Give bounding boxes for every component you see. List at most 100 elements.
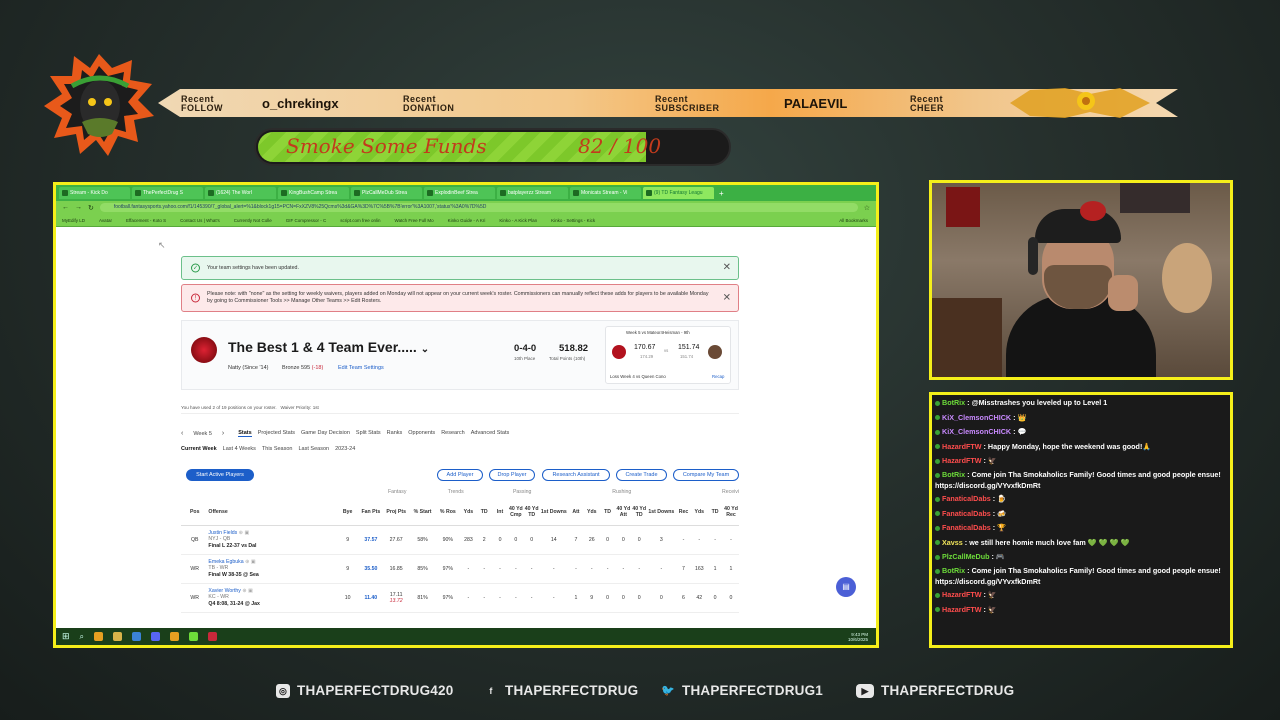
stats-tab[interactable]: Ranks bbox=[387, 430, 403, 437]
column-header[interactable]: TD bbox=[707, 499, 723, 525]
prev-week-icon[interactable]: ‹ bbox=[181, 430, 183, 437]
chat-username[interactable]: KiX_ClemsonCHICK bbox=[942, 427, 1011, 436]
chat-username[interactable]: FanaticalDabs bbox=[942, 494, 991, 503]
chat-username[interactable]: HazardFTW bbox=[942, 456, 982, 465]
chat-username[interactable]: HazardFTW bbox=[942, 442, 982, 451]
bookmark-item[interactable]: Kinko - A Kick Plan bbox=[499, 218, 537, 223]
browser-tab[interactable]: ThePerfectDrug S bbox=[132, 187, 203, 199]
forward-icon[interactable]: → bbox=[75, 204, 82, 211]
stats-tab[interactable]: Research bbox=[441, 430, 465, 437]
stats-tab[interactable]: Split Stats bbox=[356, 430, 381, 437]
bookmark-item[interactable]: MyEdify LD bbox=[62, 218, 85, 223]
column-header[interactable]: 1st Downs bbox=[647, 499, 675, 525]
obs-icon[interactable] bbox=[208, 632, 218, 641]
period-tab[interactable]: Last 4 Weeks bbox=[223, 446, 256, 452]
bookmark-item[interactable]: Currently Not Colle bbox=[234, 218, 272, 223]
add-player-button[interactable]: Add Player bbox=[437, 469, 483, 481]
period-tab[interactable]: 2023-24 bbox=[335, 446, 355, 452]
app-icon[interactable] bbox=[189, 632, 199, 641]
column-header[interactable]: TD bbox=[600, 499, 616, 525]
chevron-down-icon[interactable]: ⌄ bbox=[421, 344, 429, 355]
column-header[interactable]: 40 Yd Att bbox=[615, 499, 631, 525]
period-tab[interactable]: Last Season bbox=[298, 446, 329, 452]
recap-link[interactable]: Recap bbox=[712, 374, 724, 379]
browser-tab[interactable]: (9) TD Fantasy Leagu bbox=[643, 187, 714, 199]
create-trade-button[interactable]: Create Trade bbox=[616, 469, 667, 481]
browser-tab[interactable]: batplayerzz Stream bbox=[497, 187, 568, 199]
chat-username[interactable]: BotRix bbox=[942, 398, 965, 407]
column-header[interactable]: Fan Pts bbox=[359, 499, 382, 525]
chat-username[interactable]: Xavss bbox=[942, 538, 963, 547]
column-header[interactable]: % Start bbox=[410, 499, 435, 525]
search-icon[interactable]: ⌕ bbox=[80, 632, 84, 642]
column-header[interactable]: Bye bbox=[336, 499, 359, 525]
period-tab[interactable]: Current Week bbox=[181, 446, 217, 452]
close-icon[interactable]: ✕ bbox=[723, 257, 731, 279]
bookmark-item[interactable]: Avatar bbox=[99, 218, 112, 223]
column-header[interactable]: 40 Yd TD bbox=[631, 499, 647, 525]
close-icon[interactable]: ✕ bbox=[723, 293, 731, 303]
bookmark-item[interactable]: Kinko Guide - A Kri bbox=[448, 218, 486, 223]
bookmark-item[interactable]: GIF Compressor - C bbox=[286, 218, 327, 223]
research-assistant-button[interactable]: Research Assistant bbox=[542, 469, 610, 481]
chat-username[interactable]: BotRix bbox=[942, 566, 965, 575]
stats-tab[interactable]: Projected Stats bbox=[258, 430, 295, 437]
next-week-icon[interactable]: › bbox=[222, 430, 224, 437]
column-header[interactable]: Proj Pts bbox=[382, 499, 409, 525]
bookmark-item[interactable]: Kinko - Settings - Kick bbox=[551, 218, 595, 223]
windows-start-icon[interactable]: ⊞ bbox=[62, 631, 70, 642]
chat-username[interactable]: HazardFTW bbox=[942, 605, 982, 614]
new-tab-icon[interactable]: + bbox=[719, 189, 724, 198]
column-header[interactable]: Yds bbox=[461, 499, 477, 525]
player-name-link[interactable]: Xavier Worthy bbox=[208, 588, 240, 594]
star-icon[interactable]: ☆ bbox=[864, 204, 870, 212]
stats-tab[interactable]: Game Day Decision bbox=[301, 430, 350, 437]
player-name-link[interactable]: Emeka Egbuka bbox=[208, 559, 243, 565]
back-icon[interactable]: ← bbox=[62, 204, 69, 211]
column-header[interactable]: Rec bbox=[676, 499, 692, 525]
discord-icon[interactable] bbox=[151, 632, 161, 641]
chat-username[interactable]: FanaticalDabs bbox=[942, 509, 991, 518]
column-header[interactable]: 40 Yd Rec bbox=[723, 499, 739, 525]
chat-username[interactable]: FanaticalDabs bbox=[942, 523, 991, 532]
drop-player-button[interactable]: Drop Player bbox=[489, 469, 535, 481]
chat-bubble-icon[interactable]: ▤ bbox=[836, 577, 856, 597]
matchup-box[interactable]: Week 5 vs Mateor4Heisman - 9th 170.67 17… bbox=[605, 326, 731, 384]
period-tab[interactable]: This Season bbox=[262, 446, 293, 452]
edit-team-settings-link[interactable]: Edit Team Settings bbox=[338, 365, 384, 371]
bookmark-item[interactable]: script.com free onlin bbox=[340, 218, 380, 223]
compare-my-team-button[interactable]: Compare My Team bbox=[673, 469, 739, 481]
chat-username[interactable]: HazardFTW bbox=[942, 590, 982, 599]
store-icon[interactable] bbox=[132, 632, 142, 641]
browser-tab[interactable]: KingBushCamp Strea bbox=[278, 187, 349, 199]
reload-icon[interactable]: ↻ bbox=[88, 204, 94, 212]
chrome-icon[interactable] bbox=[170, 632, 180, 641]
column-header[interactable]: 40 Yd Cmp bbox=[508, 499, 524, 525]
start-active-players-button[interactable]: Start Active Players bbox=[186, 469, 254, 481]
column-header[interactable]: TD bbox=[476, 499, 492, 525]
column-header[interactable]: Att bbox=[568, 499, 584, 525]
team-name[interactable]: The Best 1 & 4 Team Ever..... ⌄ bbox=[228, 339, 429, 355]
stats-tab[interactable]: Advanced Stats bbox=[471, 430, 510, 437]
browser-tab[interactable]: Stream - Kick Do bbox=[59, 187, 130, 199]
browser-tab[interactable]: Monicats Stream - Vi bbox=[570, 187, 641, 199]
chat-username[interactable]: KiX_ClemsonCHICK bbox=[942, 413, 1011, 422]
url-input[interactable]: football.fantasysports.yahoo.com/f1/1453… bbox=[99, 203, 858, 212]
column-header[interactable]: Yds bbox=[584, 499, 600, 525]
bookmark-item[interactable]: All Bookmarks bbox=[839, 218, 868, 223]
chat-username[interactable]: BotRix bbox=[942, 470, 965, 479]
chat-username[interactable]: PlzCallMeDub bbox=[942, 552, 990, 561]
bookmark-item[interactable]: Watch Free Full Mo bbox=[395, 218, 434, 223]
file-explorer-icon[interactable] bbox=[113, 632, 123, 641]
column-header[interactable]: 1st Downs bbox=[540, 499, 568, 525]
column-header[interactable]: Pos bbox=[181, 499, 208, 525]
stats-tab[interactable]: Opponents bbox=[408, 430, 435, 437]
browser-tab[interactable]: ExplodinBeef Strea bbox=[424, 187, 495, 199]
column-header[interactable]: Int bbox=[492, 499, 508, 525]
column-header[interactable]: % Ros bbox=[435, 499, 460, 525]
browser-tab[interactable]: (1624) The Worl bbox=[205, 187, 276, 199]
stats-tab[interactable]: Stats bbox=[238, 430, 252, 437]
player-name-link[interactable]: Justin Fields bbox=[208, 530, 237, 536]
bookmark-item[interactable]: Contact Us | What's bbox=[180, 218, 220, 223]
chrome-icon[interactable] bbox=[94, 632, 104, 641]
